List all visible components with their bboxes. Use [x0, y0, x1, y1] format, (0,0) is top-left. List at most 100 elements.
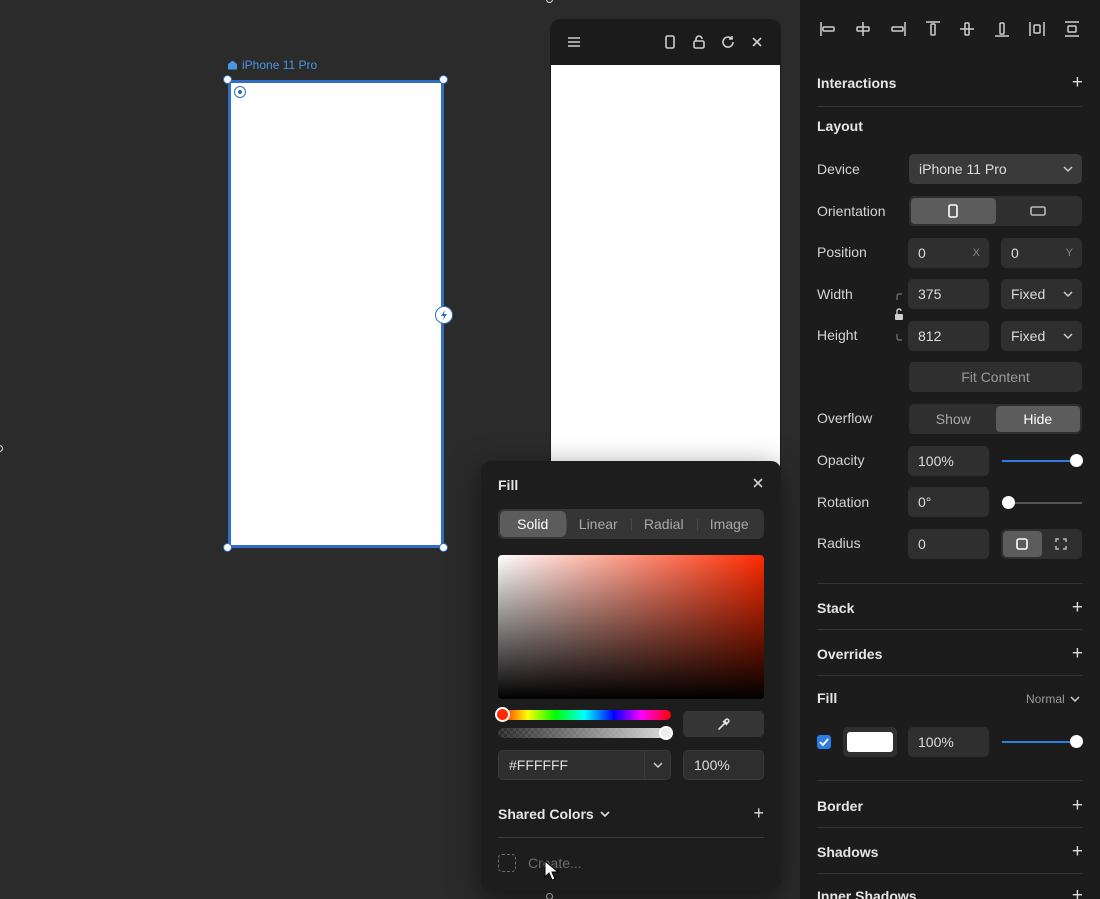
add-stack-icon[interactable]: + — [1072, 597, 1083, 619]
divider — [817, 873, 1083, 874]
orientation-label: Orientation — [817, 203, 886, 219]
shadows-section[interactable]: Shadows + — [817, 841, 1083, 863]
refresh-icon[interactable] — [716, 30, 740, 54]
close-icon[interactable] — [745, 30, 769, 54]
add-shadow-icon[interactable]: + — [1072, 841, 1083, 863]
aspect-lock-icon[interactable] — [893, 290, 907, 344]
width-mode-value: Fixed — [1011, 286, 1046, 302]
position-x-input[interactable]: 0 X — [908, 238, 989, 268]
hue-slider[interactable] — [498, 710, 671, 720]
hex-color-input[interactable]: #FFFFFF — [498, 750, 671, 780]
eyedropper-button[interactable] — [683, 711, 764, 737]
interactions-section[interactable]: Interactions + — [817, 72, 1083, 94]
menu-icon[interactable] — [562, 30, 586, 54]
radius-uniform-option[interactable] — [1003, 531, 1042, 557]
canvas-edge-handle-top[interactable] — [546, 0, 553, 3]
align-center-h-icon[interactable] — [852, 18, 874, 40]
layout-title: Layout — [817, 118, 863, 134]
saturation-value-picker[interactable] — [498, 555, 764, 699]
resize-handle-top-right[interactable] — [439, 75, 448, 84]
device-icon[interactable] — [658, 30, 682, 54]
position-label: Position — [817, 244, 867, 260]
frame-label-text: iPhone 11 Pro — [242, 58, 318, 72]
tab-image[interactable]: Image — [696, 511, 763, 537]
hue-slider-knob[interactable] — [495, 707, 510, 722]
empty-swatch — [498, 854, 516, 872]
position-y-input[interactable]: 0 Y — [1001, 238, 1082, 268]
add-border-icon[interactable]: + — [1072, 795, 1083, 817]
interaction-handle[interactable] — [435, 306, 453, 324]
height-mode-select[interactable]: Fixed — [1001, 321, 1082, 351]
fill-popover-header: Fill — [481, 461, 781, 509]
alpha-slider-knob[interactable] — [659, 726, 673, 740]
resize-handle-top-left[interactable] — [223, 75, 232, 84]
stack-section[interactable]: Stack + — [817, 597, 1083, 619]
overrides-section[interactable]: Overrides + — [817, 643, 1083, 665]
overrides-title: Overrides — [817, 646, 883, 662]
properties-panel: Interactions + Layout Device iPhone 11 P… — [800, 0, 1100, 899]
fit-content-button[interactable]: Fit Content — [909, 362, 1082, 392]
bolt-icon — [441, 310, 447, 320]
align-left-icon[interactable] — [817, 18, 839, 40]
opacity-slider-knob[interactable] — [1070, 454, 1083, 467]
inner-shadows-section[interactable]: Inner Shadows + — [817, 885, 1083, 899]
radius-input[interactable]: 0 — [908, 529, 989, 559]
rotation-input[interactable]: 0° — [908, 487, 989, 517]
iphone-frame[interactable] — [228, 80, 444, 548]
overflow-show-option[interactable]: Show — [911, 406, 996, 432]
rotation-slider-knob[interactable] — [1002, 496, 1015, 509]
overflow-hide-option[interactable]: Hide — [995, 406, 1080, 432]
inner-shadows-title: Inner Shadows — [817, 888, 917, 899]
add-shared-color-icon[interactable]: + — [753, 803, 764, 824]
portrait-option[interactable] — [911, 198, 996, 224]
distribute-horizontal-icon[interactable] — [1026, 18, 1048, 40]
width-input[interactable]: 375 — [908, 279, 989, 309]
blend-mode-select[interactable]: Normal — [1026, 692, 1080, 706]
height-input[interactable]: 812 — [908, 321, 989, 351]
rotation-slider[interactable] — [1002, 496, 1082, 509]
align-top-icon[interactable] — [922, 18, 944, 40]
preview-screen[interactable] — [551, 65, 780, 479]
alpha-input[interactable]: 100% — [683, 750, 764, 780]
width-mode-select[interactable]: Fixed — [1001, 279, 1082, 309]
alpha-slider[interactable] — [498, 728, 671, 738]
add-inner-shadow-icon[interactable]: + — [1072, 885, 1083, 899]
distribute-vertical-icon[interactable] — [1061, 18, 1083, 40]
align-bottom-icon[interactable] — [991, 18, 1013, 40]
fill-opacity-input[interactable]: 100% — [908, 727, 989, 757]
fill-enabled-checkbox[interactable] — [817, 735, 831, 749]
opacity-slider[interactable] — [1002, 454, 1083, 467]
rotation-label: Rotation — [817, 494, 870, 510]
tab-solid[interactable]: Solid — [500, 511, 566, 537]
shared-colors-toggle[interactable]: Shared Colors — [498, 806, 610, 822]
divider — [817, 780, 1083, 781]
opacity-input[interactable]: 100% — [908, 446, 989, 476]
canvas-edge-handle-bottom[interactable] — [546, 893, 553, 899]
canvas-edge-handle-left[interactable] — [0, 445, 3, 452]
fill-opacity-slider[interactable] — [1002, 735, 1083, 748]
unlock-icon[interactable] — [687, 30, 711, 54]
radius-individual-option[interactable] — [1042, 531, 1081, 557]
resize-handle-bottom-left[interactable] — [223, 543, 232, 552]
tab-linear[interactable]: Linear — [565, 511, 632, 537]
target-icon[interactable] — [234, 86, 246, 98]
divider — [817, 827, 1083, 828]
add-interaction-icon[interactable]: + — [1072, 72, 1083, 94]
radius-mode-toggle — [1001, 529, 1082, 559]
landscape-option[interactable] — [996, 198, 1081, 224]
border-section[interactable]: Border + — [817, 795, 1083, 817]
portrait-icon — [948, 204, 959, 218]
align-center-v-icon[interactable] — [956, 18, 978, 40]
fill-opacity-slider-knob[interactable] — [1070, 735, 1083, 748]
add-override-icon[interactable]: + — [1072, 643, 1083, 665]
device-value: iPhone 11 Pro — [919, 161, 1007, 177]
fill-color-swatch[interactable] — [843, 727, 897, 757]
chevron-down-icon[interactable] — [644, 751, 670, 779]
align-right-icon[interactable] — [887, 18, 909, 40]
frame-label[interactable]: iPhone 11 Pro — [228, 58, 317, 72]
resize-handle-bottom-right[interactable] — [439, 543, 448, 552]
close-icon[interactable] — [752, 476, 764, 494]
tab-radial[interactable]: Radial — [631, 511, 697, 537]
device-select[interactable]: iPhone 11 Pro — [909, 154, 1082, 184]
create-shared-color[interactable]: Create... — [498, 854, 582, 872]
